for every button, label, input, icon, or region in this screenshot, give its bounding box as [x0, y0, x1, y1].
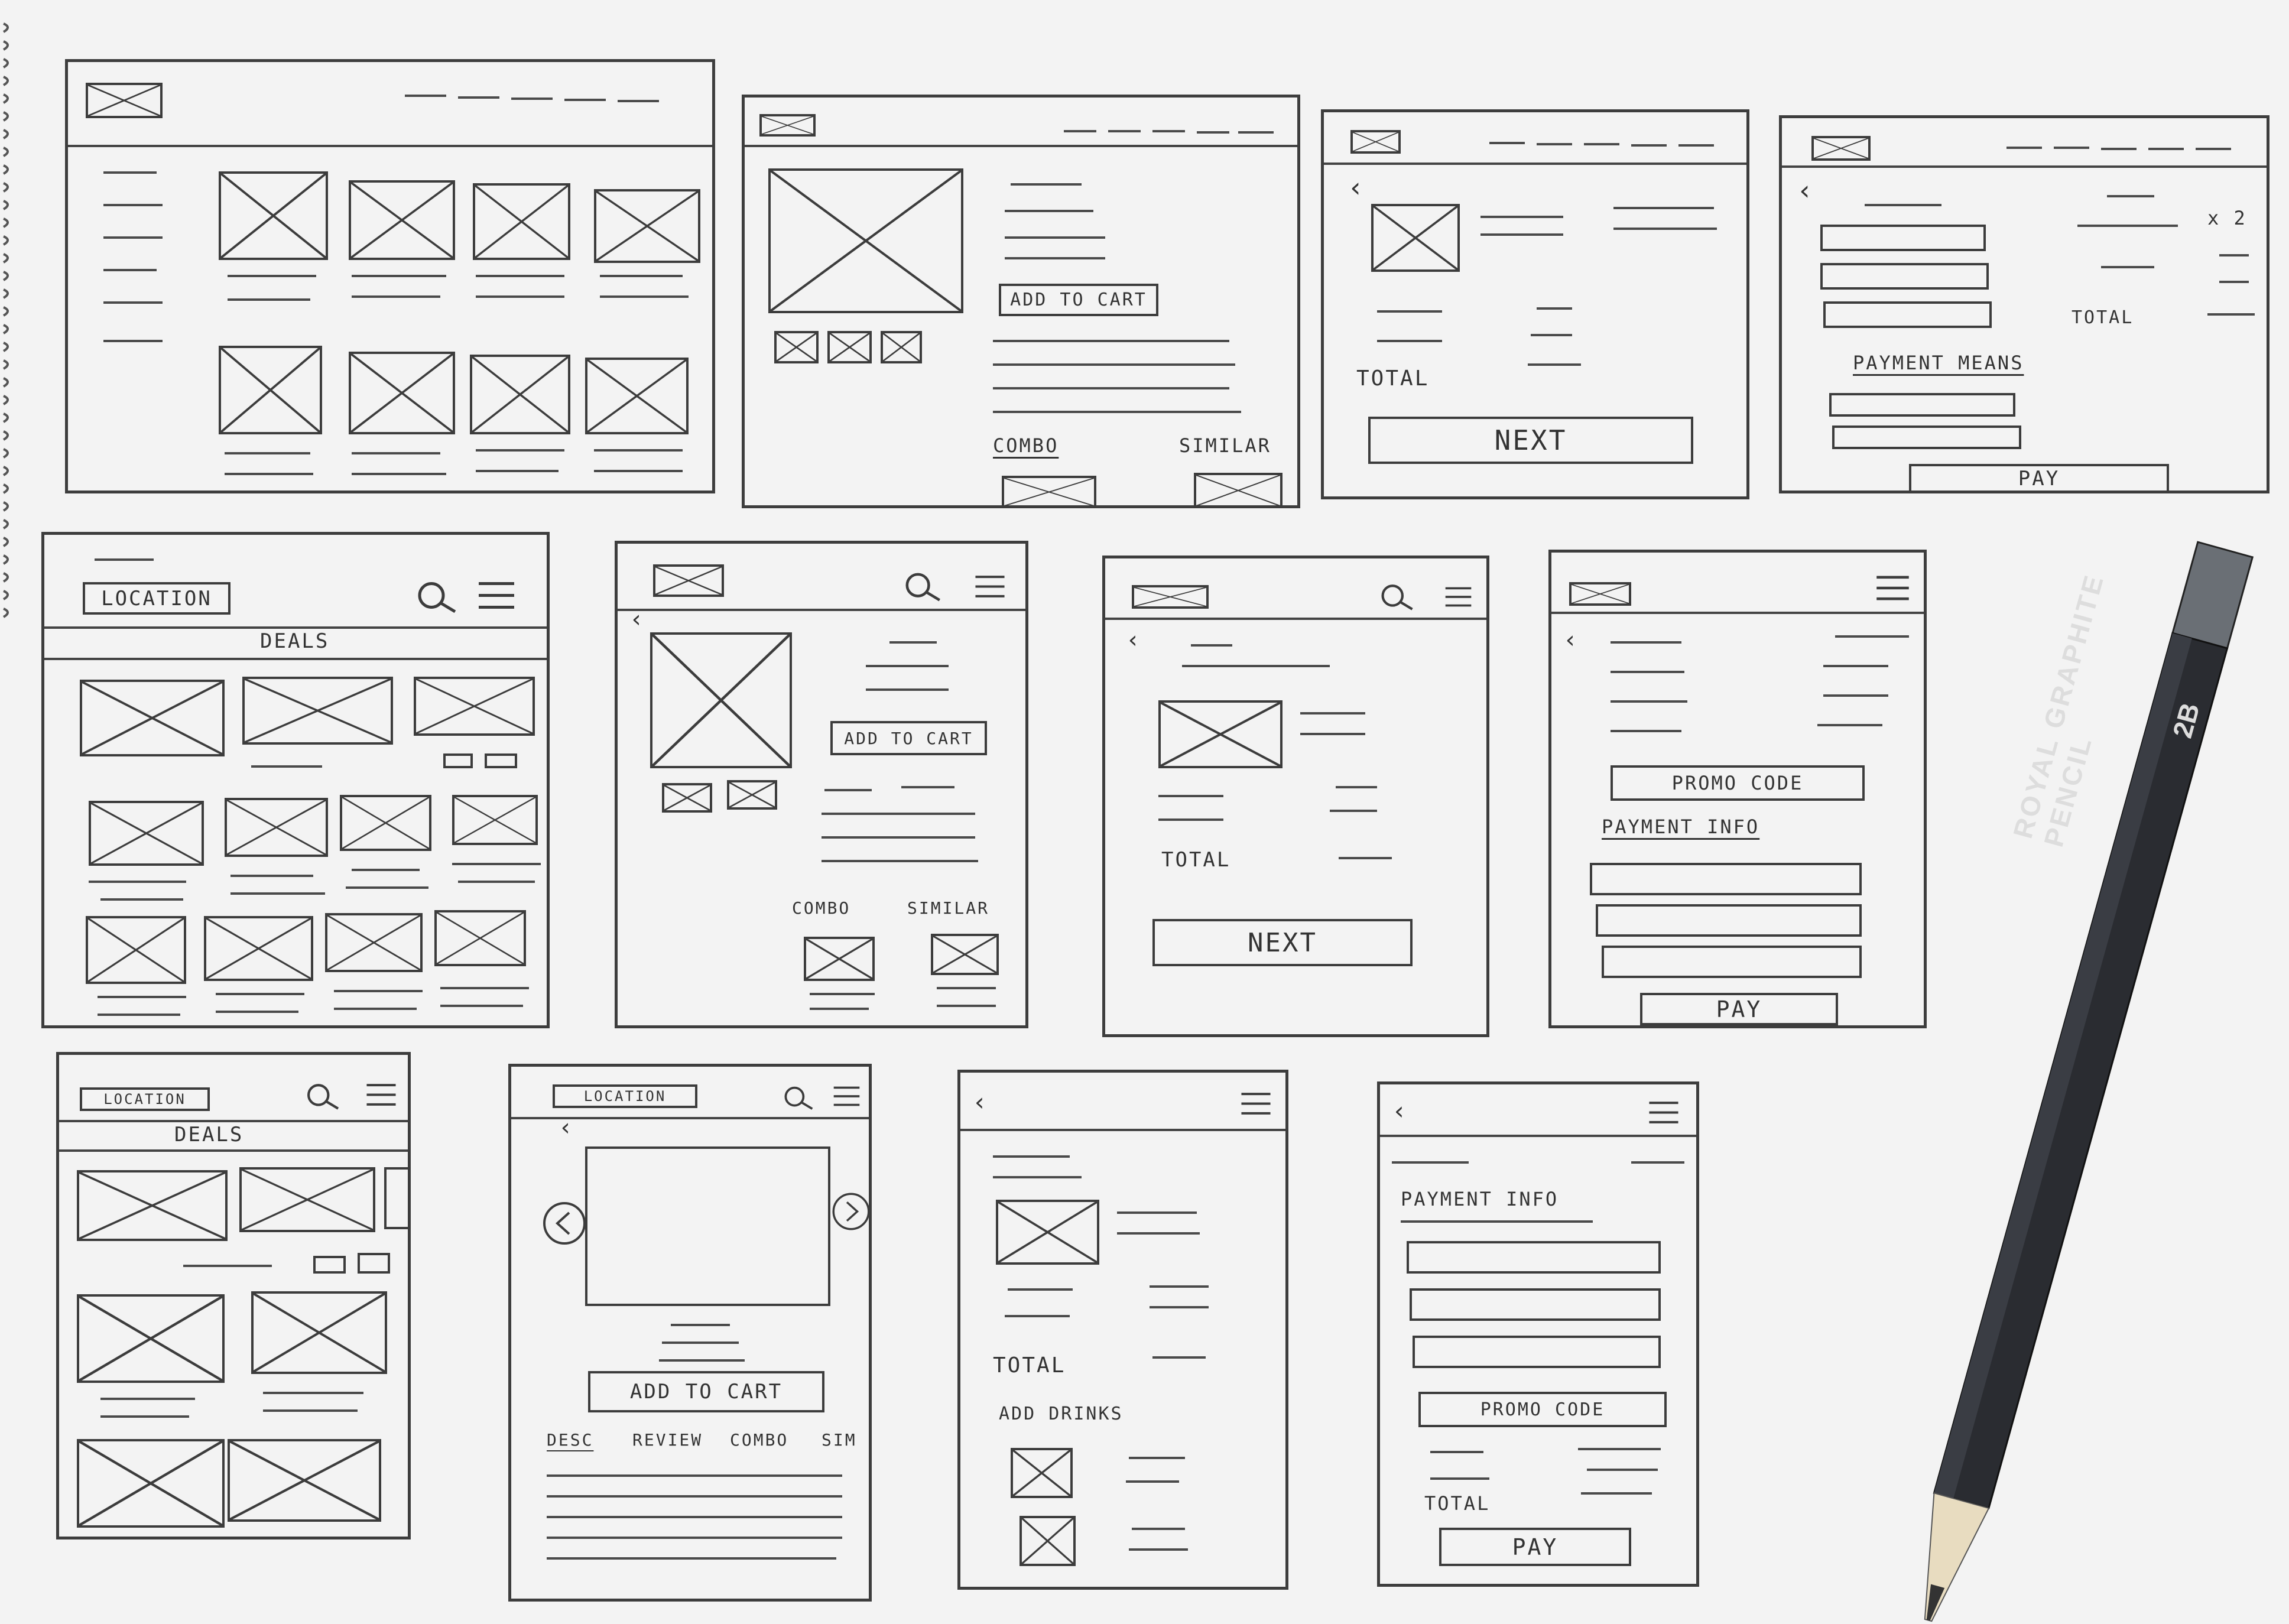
- back-chevron-icon[interactable]: ‹: [1348, 171, 1366, 203]
- mobile-cart-frame: ‹ TOTAL ADD DRINKS: [957, 1070, 1288, 1590]
- logo-placeholder: [86, 83, 163, 118]
- payment-field[interactable]: [1596, 904, 1862, 937]
- total-label: TOTAL: [2072, 307, 2134, 328]
- carousel-prev-icon[interactable]: [541, 1200, 588, 1247]
- promo-code-button[interactable]: PROMO CODE: [1611, 765, 1865, 801]
- combo-label: COMBO: [993, 434, 1059, 457]
- add-to-cart-button[interactable]: ADD TO CART: [588, 1371, 824, 1412]
- promo-code-button[interactable]: PROMO CODE: [1418, 1392, 1667, 1427]
- payment-field[interactable]: [1590, 863, 1862, 895]
- tablet-product-frame: ‹ ADD TO CART COMBO SIMILAR: [615, 541, 1028, 1028]
- notebook-spiral: [2, 22, 9, 618]
- similar-label: SIMILAR: [1179, 434, 1271, 457]
- search-icon[interactable]: [901, 570, 943, 603]
- back-chevron-icon[interactable]: ‹: [559, 1114, 574, 1141]
- pay-button[interactable]: PAY: [1640, 993, 1838, 1025]
- similar-label: SIMILAR: [907, 898, 990, 918]
- payment-field[interactable]: [1407, 1241, 1661, 1274]
- total-label: TOTAL: [1161, 848, 1231, 872]
- quantity-label: x 2: [2207, 207, 2247, 229]
- combo-label: COMBO: [792, 898, 851, 918]
- back-chevron-icon[interactable]: ‹: [1126, 626, 1142, 654]
- back-chevron-icon[interactable]: ‹: [1563, 626, 1579, 654]
- payment-field[interactable]: [1410, 1288, 1661, 1321]
- total-label: TOTAL: [993, 1353, 1066, 1378]
- tab-desc[interactable]: DESC: [547, 1430, 593, 1450]
- total-label: TOTAL: [1424, 1492, 1491, 1515]
- carousel-next-icon[interactable]: [830, 1191, 872, 1232]
- payment-info-label: PAYMENT INFO: [1401, 1188, 1559, 1210]
- tab-sim[interactable]: SIM: [822, 1430, 857, 1450]
- payment-info-label: PAYMENT INFO: [1602, 816, 1760, 838]
- next-button[interactable]: NEXT: [1368, 417, 1693, 464]
- add-to-cart-button[interactable]: ADD TO CART: [999, 284, 1158, 316]
- pay-button[interactable]: PAY: [1439, 1528, 1631, 1566]
- mobile-payment-frame: ‹ PAYMENT INFO PROMO CODE TOTAL PAY: [1377, 1081, 1699, 1587]
- add-drinks-label: ADD DRINKS: [999, 1404, 1124, 1424]
- desktop-payment-frame: ‹ x 2 TOTAL PAYMENT MEANS PAY: [1779, 115, 2269, 493]
- tab-combo[interactable]: COMBO: [730, 1430, 788, 1450]
- product-image: [585, 1146, 830, 1306]
- desktop-product-frame: ADD TO CART COMBO SIMILAR: [742, 95, 1300, 508]
- total-label: TOTAL: [1356, 366, 1430, 391]
- payment-field[interactable]: [1413, 1336, 1661, 1368]
- back-chevron-icon[interactable]: ‹: [1797, 174, 1815, 206]
- payment-means-label: PAYMENT MEANS: [1853, 352, 2024, 374]
- tablet-cart-frame: ‹ TOTAL NEXT: [1102, 556, 1489, 1037]
- payment-field[interactable]: [1602, 946, 1862, 978]
- next-button[interactable]: NEXT: [1152, 919, 1413, 966]
- desktop-cart-frame: ‹ TOTAL NEXT: [1321, 109, 1749, 499]
- tablet-home-frame: LOCATION DEALS: [41, 532, 550, 1028]
- tablet-payment-frame: ‹ PROMO CODE PAYMENT INFO PAY: [1548, 550, 1927, 1028]
- back-chevron-icon[interactable]: ‹: [629, 606, 645, 633]
- tab-review[interactable]: REVIEW: [632, 1430, 703, 1450]
- mobile-product-frame: LOCATION ‹ ADD TO CART DESC REVIEW COMBO…: [508, 1064, 872, 1602]
- mobile-home-frame: LOCATION DEALS: [56, 1052, 411, 1539]
- menu-icon[interactable]: [1874, 573, 1912, 603]
- menu-icon[interactable]: [972, 573, 1008, 600]
- add-to-cart-button[interactable]: ADD TO CART: [830, 721, 987, 755]
- menu-icon[interactable]: [1442, 585, 1475, 609]
- pay-button[interactable]: PAY: [1909, 464, 2169, 493]
- search-icon[interactable]: [1377, 582, 1415, 612]
- desktop-home-frame: [65, 59, 715, 493]
